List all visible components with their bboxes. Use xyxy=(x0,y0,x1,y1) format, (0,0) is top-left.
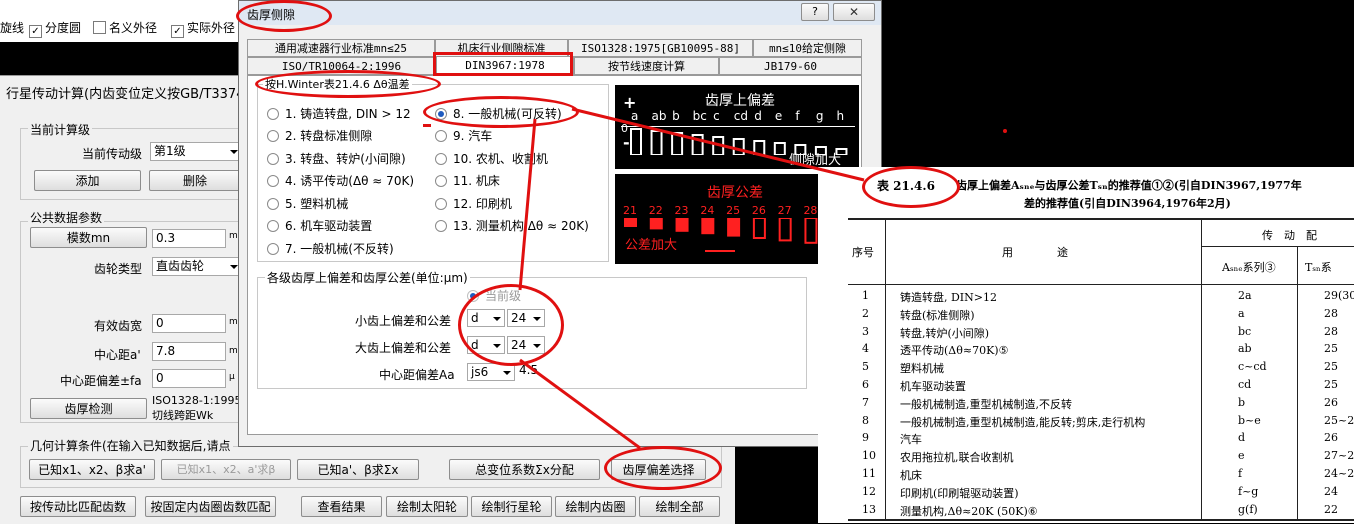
annotation-lines xyxy=(518,107,865,450)
